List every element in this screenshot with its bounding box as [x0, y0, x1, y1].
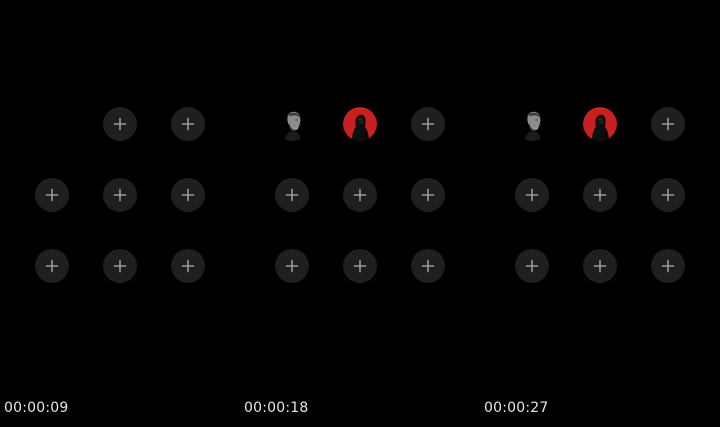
timestamp-label: 00:00:27 [484, 400, 549, 416]
plus-icon [285, 259, 299, 273]
plus-icon [421, 259, 435, 273]
plus-icon [45, 188, 59, 202]
plus-icon [181, 188, 195, 202]
plus-icon [421, 188, 435, 202]
plus-icon [661, 188, 675, 202]
frame-panel-3: 00:00:27 [480, 0, 720, 427]
plus-icon [353, 188, 367, 202]
avatar-grid [275, 107, 445, 283]
plus-icon [181, 259, 195, 273]
add-member-button[interactable] [651, 107, 685, 141]
add-member-button[interactable] [171, 107, 205, 141]
add-member-button[interactable] [171, 178, 205, 212]
plus-icon [181, 117, 195, 131]
add-member-button[interactable] [35, 178, 69, 212]
add-member-button[interactable] [343, 249, 377, 283]
plus-icon [285, 188, 299, 202]
add-member-button[interactable] [515, 249, 549, 283]
timestamp-label: 00:00:09 [4, 400, 69, 416]
add-member-button[interactable] [411, 107, 445, 141]
add-member-button[interactable] [651, 178, 685, 212]
add-member-button[interactable] [35, 249, 69, 283]
member-avatar[interactable] [583, 107, 617, 141]
add-member-button[interactable] [275, 249, 309, 283]
add-member-button[interactable] [103, 107, 137, 141]
plus-icon [113, 259, 127, 273]
add-member-button[interactable] [583, 249, 617, 283]
plus-icon [113, 117, 127, 131]
add-member-button[interactable] [171, 249, 205, 283]
plus-icon [525, 188, 539, 202]
add-member-button[interactable] [275, 178, 309, 212]
add-member-button[interactable] [411, 249, 445, 283]
add-member-button[interactable] [343, 178, 377, 212]
hooded-figure-red-avatar-icon [343, 107, 377, 141]
plus-icon [661, 259, 675, 273]
add-member-button[interactable] [651, 249, 685, 283]
plus-icon [353, 259, 367, 273]
plus-icon [113, 188, 127, 202]
add-member-button[interactable] [103, 249, 137, 283]
bearded-man-avatar-icon [275, 107, 309, 141]
frame-panel-1: 00:00:09 [0, 0, 240, 427]
member-avatar[interactable] [515, 107, 549, 141]
plus-icon [525, 259, 539, 273]
member-avatar[interactable] [343, 107, 377, 141]
bearded-man-avatar-icon [515, 107, 549, 141]
avatar-grid [35, 107, 205, 283]
frame-panel-2: 00:00:18 [240, 0, 480, 427]
member-avatar[interactable] [275, 107, 309, 141]
add-member-button[interactable] [583, 178, 617, 212]
add-member-button[interactable] [515, 178, 549, 212]
plus-icon [45, 259, 59, 273]
timestamp-label: 00:00:18 [244, 400, 309, 416]
add-member-button[interactable] [411, 178, 445, 212]
avatar-grid [515, 107, 685, 283]
plus-icon [661, 117, 675, 131]
plus-icon [421, 117, 435, 131]
add-member-button[interactable] [103, 178, 137, 212]
hooded-figure-red-avatar-icon [583, 107, 617, 141]
plus-icon [593, 188, 607, 202]
plus-icon [593, 259, 607, 273]
